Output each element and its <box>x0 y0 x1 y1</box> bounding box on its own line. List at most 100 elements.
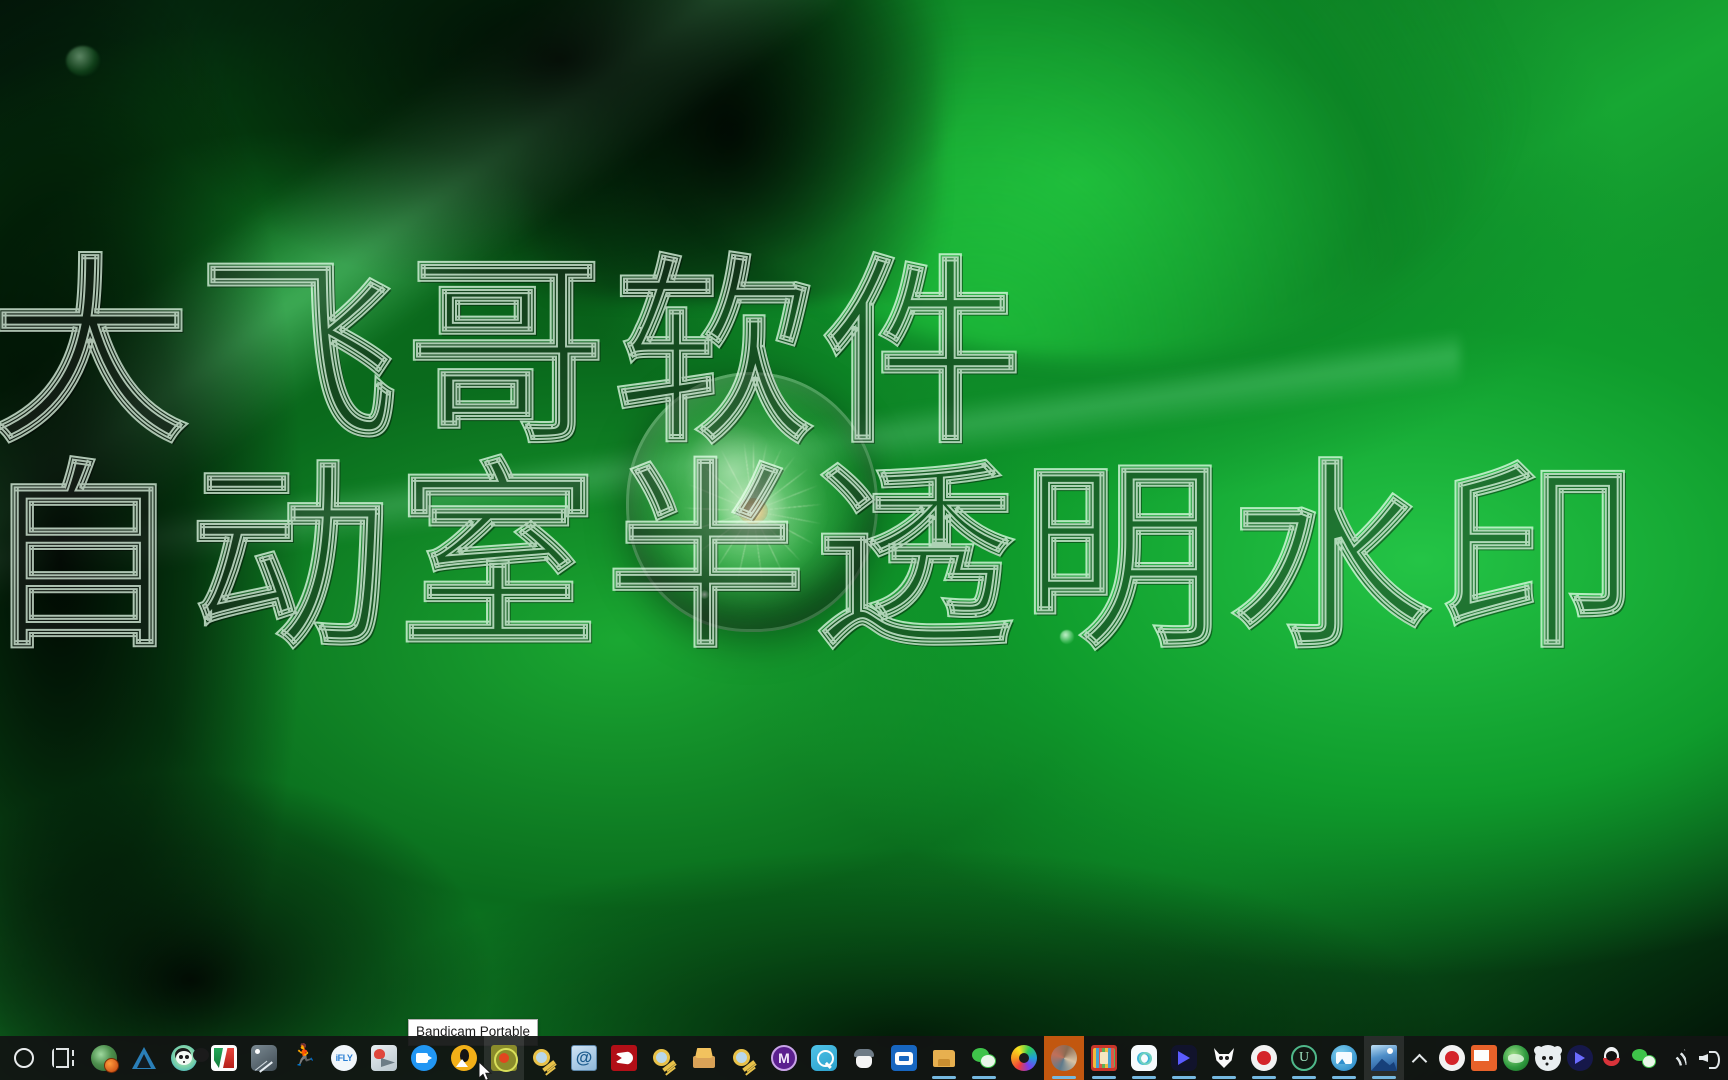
photo-collage-icon[interactable] <box>1044 1036 1084 1080</box>
photo-viewer-icon[interactable] <box>1364 1036 1404 1080</box>
chrome-icon[interactable] <box>1004 1036 1044 1080</box>
running-indicator <box>1332 1076 1356 1079</box>
hardware-icon <box>371 1045 397 1071</box>
recorder-icon[interactable] <box>1244 1036 1284 1080</box>
hardware-tool-icon[interactable] <box>364 1036 404 1080</box>
runner-app-icon[interactable] <box>284 1036 324 1080</box>
autocad-icon[interactable] <box>124 1036 164 1080</box>
wps-icon <box>211 1045 237 1071</box>
printer-icon[interactable] <box>884 1036 924 1080</box>
medibang-icon <box>771 1045 797 1071</box>
keypass-icon-3[interactable] <box>724 1036 764 1080</box>
bandicam-blue-icon[interactable] <box>404 1036 444 1080</box>
tray-mail-icon[interactable] <box>1468 1036 1500 1080</box>
u-ring-icon <box>1291 1045 1317 1071</box>
running-indicator <box>1372 1076 1396 1079</box>
fox-white-icon <box>1211 1045 1237 1071</box>
everything-icon[interactable] <box>604 1036 644 1080</box>
qq-scarf <box>1603 1058 1620 1066</box>
detective-icon <box>851 1045 877 1071</box>
running-indicator <box>1292 1076 1316 1079</box>
u-tool-icon[interactable] <box>1284 1036 1324 1080</box>
photoviewer-icon <box>1371 1045 1397 1071</box>
wechat-icon[interactable] <box>964 1036 1004 1080</box>
at-icon <box>571 1045 597 1071</box>
screenshot-icon <box>251 1045 277 1071</box>
bandicam-icon <box>491 1045 518 1072</box>
taskbar[interactable]: 中 19: 2022- <box>0 1036 1728 1080</box>
bilibili-icon[interactable] <box>1164 1036 1204 1080</box>
beekeeper-icon <box>451 1045 477 1071</box>
running-indicator <box>1172 1076 1196 1079</box>
winrar-icon[interactable] <box>1084 1036 1124 1080</box>
wechat-tray-icon <box>1631 1045 1657 1071</box>
chrome-rainbow-icon <box>1011 1045 1037 1071</box>
steam-icon[interactable] <box>84 1036 124 1080</box>
tray-wechat-icon[interactable] <box>1628 1036 1660 1080</box>
task-view-icon <box>52 1048 76 1068</box>
keypass-icon[interactable] <box>524 1036 564 1080</box>
show-hidden-icons-button[interactable] <box>1404 1036 1436 1080</box>
bilibili-dark-icon <box>1171 1045 1197 1071</box>
panda-app-icon[interactable] <box>164 1036 204 1080</box>
taskbar-pinned-area[interactable] <box>0 1036 1404 1080</box>
beekeeper-icon[interactable] <box>444 1036 484 1080</box>
green-globe-icon <box>1503 1045 1529 1071</box>
running-indicator <box>1252 1076 1276 1079</box>
desktop[interactable]: 大飞哥软件 自动室半透明水印 Bandicam Portable 中 19: 2… <box>0 0 1728 1080</box>
iflytek-icon[interactable] <box>324 1036 364 1080</box>
search-teal-icon <box>811 1045 837 1071</box>
steam-icon <box>91 1045 119 1073</box>
running-indicator <box>1132 1076 1156 1079</box>
running-indicator <box>932 1076 956 1079</box>
panda-icon <box>171 1045 197 1071</box>
qq-icon <box>1599 1045 1625 1071</box>
tray-qq-icon[interactable] <box>1596 1036 1628 1080</box>
autocad-icon <box>131 1045 157 1071</box>
foxmail-icon[interactable] <box>564 1036 604 1080</box>
bandicam-icon[interactable] <box>484 1036 524 1080</box>
folder-icon <box>931 1045 957 1071</box>
mail-orange-icon <box>1471 1045 1497 1071</box>
running-indicator <box>1052 1076 1076 1079</box>
tray-volume-icon[interactable] <box>1692 1036 1724 1080</box>
record-red-icon <box>1439 1045 1465 1071</box>
snipaste-icon[interactable] <box>244 1036 284 1080</box>
tray-bear-icon[interactable] <box>1532 1036 1564 1080</box>
picture-viewer-icon[interactable] <box>1324 1036 1364 1080</box>
box-icon <box>691 1045 717 1071</box>
system-tray[interactable]: 中 19: 2022- <box>1404 1036 1728 1080</box>
tray-recorder-icon[interactable] <box>1436 1036 1468 1080</box>
zip-icon <box>1091 1045 1117 1071</box>
cloud-app-icon[interactable] <box>1124 1036 1164 1080</box>
tray-network-icon[interactable] <box>1660 1036 1692 1080</box>
wifi-icon <box>1665 1049 1687 1067</box>
tray-globe-icon[interactable] <box>1500 1036 1532 1080</box>
fox-app-icon[interactable] <box>1204 1036 1244 1080</box>
bear-icon <box>1534 1045 1561 1071</box>
record-red-icon <box>1251 1045 1277 1071</box>
medibang-icon[interactable] <box>764 1036 804 1080</box>
cortana-icon[interactable] <box>4 1036 44 1080</box>
ifly-icon <box>331 1045 357 1071</box>
tray-bilibili-icon[interactable] <box>1564 1036 1596 1080</box>
keypass-icon-2[interactable] <box>644 1036 684 1080</box>
chevron-up-icon <box>1411 1049 1429 1067</box>
wechat-icon <box>971 1045 997 1071</box>
desktop-wallpaper <box>0 0 1728 1080</box>
running-indicator <box>1212 1076 1236 1079</box>
tray-icons[interactable]: 中 <box>1404 1036 1728 1080</box>
bdcam-blue-icon <box>411 1045 437 1071</box>
task-view-icon[interactable] <box>44 1036 84 1080</box>
detective-app-icon[interactable] <box>844 1036 884 1080</box>
everything-icon <box>611 1045 637 1071</box>
keys-icon <box>651 1045 677 1071</box>
file-explorer-icon[interactable] <box>924 1036 964 1080</box>
running-indicator <box>1092 1076 1116 1079</box>
tray-ime-icon[interactable]: 中 <box>1724 1036 1728 1080</box>
cloud-app-icon <box>1131 1045 1157 1071</box>
keys-icon <box>531 1045 557 1071</box>
wps-office-icon[interactable] <box>204 1036 244 1080</box>
search-tool-icon[interactable] <box>804 1036 844 1080</box>
toolbox-icon[interactable] <box>684 1036 724 1080</box>
